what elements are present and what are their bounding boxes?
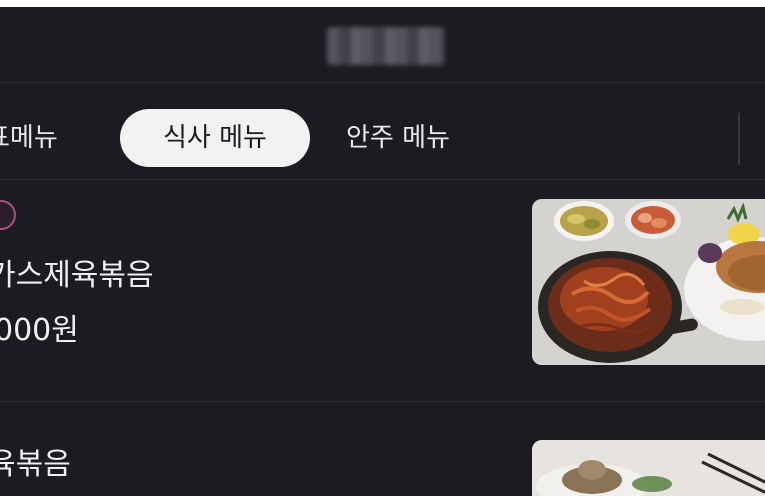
tab-scroll-divider [738, 113, 740, 165]
menu-badge-icon [0, 200, 16, 230]
header-divider [0, 82, 765, 83]
menu-item-price: 000원 [0, 313, 79, 348]
tab-side-dish-menu[interactable]: 안주 메뉴 [346, 109, 450, 167]
tabs-divider [0, 179, 765, 180]
menu-app: 표메뉴 식사 메뉴 안주 메뉴 가스제육볶음 000원 [0, 7, 765, 496]
blurred-store-name [327, 27, 445, 65]
tab-meal-menu[interactable]: 식사 메뉴 [120, 109, 310, 167]
screen: 표메뉴 식사 메뉴 안주 메뉴 가스제육볶음 000원 [0, 0, 765, 500]
menu-item-name[interactable]: 가스제육볶음 [0, 250, 154, 294]
menu-item[interactable] [0, 7, 765, 8]
menu-category-tabs: 표메뉴 식사 메뉴 안주 메뉴 [0, 95, 765, 183]
menu-item-name[interactable]: 육볶음 [0, 439, 71, 483]
menu-item-photo[interactable] [532, 440, 765, 496]
menu-item-photo[interactable] [532, 199, 765, 365]
item-divider [0, 401, 765, 402]
header [0, 7, 765, 82]
tab-signature-menu[interactable]: 표메뉴 [0, 109, 58, 167]
